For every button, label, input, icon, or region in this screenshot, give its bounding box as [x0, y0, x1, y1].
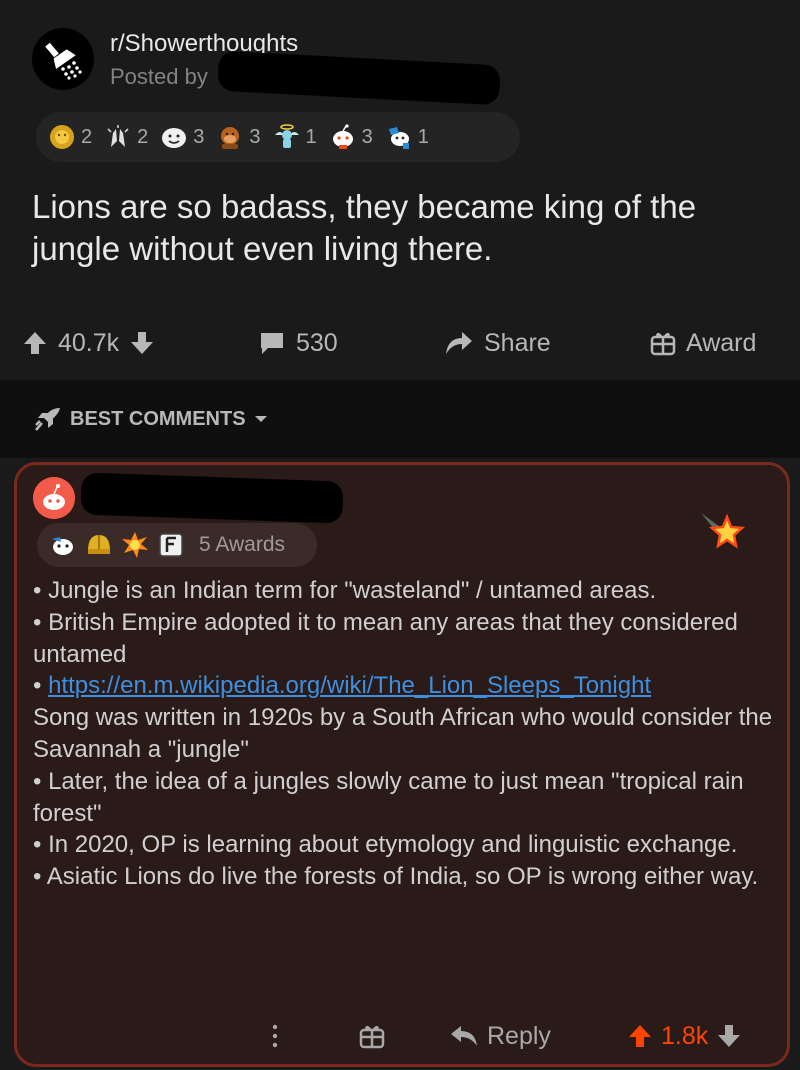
chevron-down-icon: [254, 416, 267, 422]
gold-lion-award-icon: [50, 125, 74, 149]
award-item[interactable]: 3: [329, 123, 373, 151]
comment-body: • Jungle is an Indian term for "wastelan…: [33, 575, 773, 893]
award-count: 3: [193, 125, 205, 148]
award-label: Award: [686, 328, 757, 357]
award-item[interactable]: 3: [160, 123, 204, 151]
snoo-award-icon: [332, 124, 353, 149]
comment-bubble-icon: [261, 333, 283, 354]
snoo-chef-award-icon: [388, 127, 409, 149]
comment-vote-count: 1.8k: [661, 1021, 709, 1050]
shower-head-icon: [45, 42, 82, 80]
comment-sort-bar: BEST COMMENTS: [0, 380, 800, 458]
comment-line: • Jungle is an Indian term for "wastelan…: [33, 577, 657, 604]
comment-sort-dropdown[interactable]: BEST COMMENTS: [34, 406, 268, 432]
reply-button[interactable]: Reply: [449, 1013, 551, 1059]
letter-f-award-icon: [159, 533, 183, 557]
more-options-button[interactable]: [271, 1013, 279, 1059]
comment-line: • https://en.m.wikipedia.org/wiki/The_Li…: [33, 672, 773, 763]
post-vote-control: 40.7k: [22, 318, 155, 368]
award-item[interactable]: 1: [385, 123, 429, 151]
comment-line: • In 2020, OP is learning about etymolog…: [33, 831, 738, 859]
angel-award-icon: [274, 124, 299, 148]
redacted-username: [80, 472, 344, 524]
comment-vote-control: 1.8k: [627, 1013, 742, 1059]
vertical-ellipsis-icon: [272, 1024, 278, 1048]
comment-action-bar: Reply 1.8k: [17, 1013, 793, 1059]
reply-arrow-icon: [451, 1026, 477, 1046]
comment-line: • Asiatic Lions do live the forests of I…: [33, 863, 759, 891]
comment-award-button[interactable]: [359, 1013, 385, 1059]
award-item[interactable]: 2: [48, 123, 92, 151]
post-action-bar: 40.7k 530 Share Award: [0, 318, 800, 368]
downvote-arrow-icon[interactable]: [716, 1023, 742, 1049]
comment-line: • British Empire adopted it to mean any …: [33, 608, 738, 668]
award-item[interactable]: 2: [104, 123, 148, 151]
user-avatar[interactable]: [33, 477, 75, 519]
post-vote-count: 40.7k: [58, 328, 120, 357]
comment-awards-label: 5 Awards: [199, 533, 285, 556]
gold-helmet-award-icon: [88, 535, 110, 554]
gift-icon: [359, 1025, 385, 1049]
award-count: 3: [249, 125, 261, 148]
award-item[interactable]: 3: [216, 123, 261, 151]
monkey-award-icon: [221, 127, 240, 149]
award-count: 1: [417, 125, 429, 148]
wholesome-award-icon: [162, 128, 187, 148]
post-card: r/Showerthoughts Posted by 2 2 3 3 1 3 1…: [0, 0, 800, 380]
comment-line: • Later, the idea of a jungles slowly ca…: [33, 767, 744, 827]
snoo-avatar-icon: [33, 477, 75, 519]
award-count: 3: [361, 125, 373, 148]
share-button[interactable]: Share: [444, 318, 551, 368]
post-title[interactable]: Lions are so badass, they became king of…: [32, 186, 772, 270]
comment-count: 530: [296, 328, 338, 357]
comments-button[interactable]: 530: [258, 318, 338, 368]
downvote-arrow-icon[interactable]: [129, 330, 155, 356]
award-count: 2: [81, 125, 93, 148]
share-label: Share: [484, 328, 551, 357]
gift-icon: [650, 332, 676, 356]
share-arrow-icon: [446, 332, 472, 354]
wikipedia-link[interactable]: https://en.m.wikipedia.org/wiki/The_Lion…: [48, 672, 651, 699]
redacted-username: [217, 50, 501, 106]
subreddit-avatar[interactable]: [32, 28, 94, 90]
award-button[interactable]: Award: [650, 318, 756, 368]
award-count: 2: [137, 125, 149, 148]
shooting-star-icon: [701, 513, 746, 549]
praise-hands-award-icon: [107, 125, 129, 147]
snoo-award-icon: [52, 537, 73, 555]
comment-card: 5 Awards • Jungle is an Indian term for …: [14, 462, 790, 1067]
sort-label: BEST COMMENTS: [70, 407, 246, 430]
upvote-arrow-icon[interactable]: [22, 330, 48, 356]
explosion-award-icon: [122, 532, 148, 558]
flair-badge: [697, 507, 747, 562]
reply-label: Reply: [487, 1021, 551, 1050]
upvote-arrow-icon[interactable]: [627, 1023, 653, 1049]
award-item[interactable]: 1: [273, 123, 317, 151]
rocket-icon: [35, 408, 60, 431]
posted-by-label: Posted by: [110, 64, 208, 89]
award-count: 1: [305, 125, 317, 148]
post-awards-bar[interactable]: 2 2 3 3 1 3 1: [36, 112, 520, 162]
comment-awards-bar[interactable]: 5 Awards: [37, 523, 317, 567]
